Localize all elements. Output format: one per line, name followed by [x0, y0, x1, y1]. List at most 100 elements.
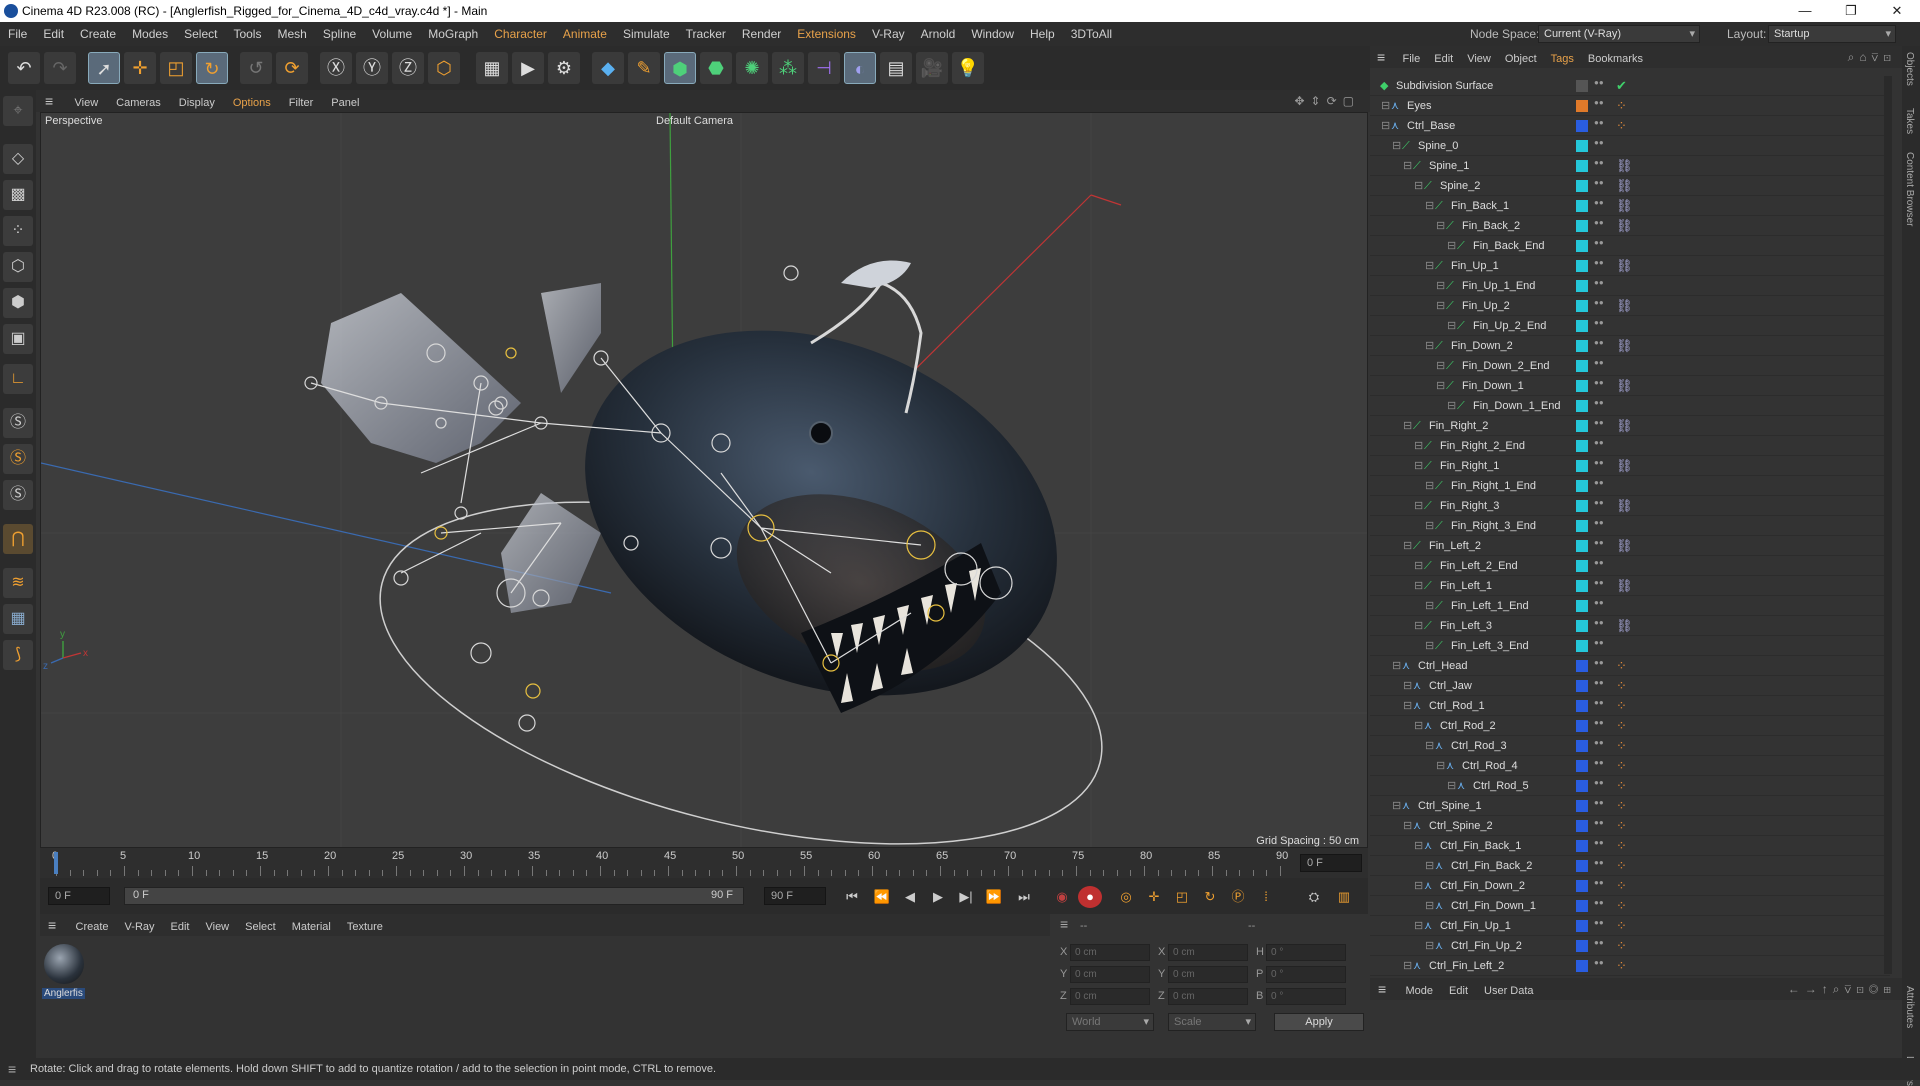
object-row-fin-up-2-end[interactable]: ⊟ ⟋ Fin_Up_2_End ●● — [1370, 316, 1890, 336]
object-name[interactable]: Ctrl_Spine_2 — [1429, 816, 1493, 836]
layer-color-swatch[interactable] — [1576, 760, 1588, 772]
floor-icon[interactable]: ▤ — [880, 52, 912, 84]
object-name[interactable]: Fin_Right_2_End — [1440, 436, 1525, 456]
object-name[interactable]: Ctrl_Rod_2 — [1440, 716, 1496, 736]
camera-icon[interactable]: 🎥 — [916, 52, 948, 84]
layer-color-swatch[interactable] — [1576, 340, 1588, 352]
pos-y-field[interactable]: 0 cm — [1070, 966, 1150, 983]
object-row-ctrl-jaw[interactable]: ⊟ ⋏ Ctrl_Jaw ●● ⁘ — [1370, 676, 1890, 696]
object-name[interactable]: Fin_Up_1_End — [1462, 276, 1535, 296]
ik-tag-icon[interactable]: ⛓ — [1616, 178, 1633, 194]
object-name[interactable]: Ctrl_Fin_Back_1 — [1440, 836, 1521, 856]
layer-color-swatch[interactable] — [1576, 260, 1588, 272]
layer-color-swatch[interactable] — [1576, 360, 1588, 372]
visibility-dots[interactable]: ●● — [1594, 419, 1604, 433]
uv-mode-icon[interactable]: ▣ — [3, 324, 33, 354]
visibility-dots[interactable]: ●● — [1594, 439, 1604, 453]
constraint-tag-icon[interactable]: ⁘ — [1616, 778, 1627, 794]
object-name[interactable]: Ctrl_Rod_1 — [1429, 696, 1485, 716]
object-row-ctrl-fin-back-1[interactable]: ⊟ ⋏ Ctrl_Fin_Back_1 ●● ⁘ — [1370, 836, 1890, 856]
object-name[interactable]: Ctrl_Rod_5 — [1473, 776, 1529, 796]
grid-snap-icon[interactable]: ▦ — [3, 604, 33, 634]
visibility-dots[interactable]: ●● — [1594, 779, 1604, 793]
menu-modes[interactable]: Modes — [124, 22, 176, 46]
object-name[interactable]: Fin_Down_2_End — [1462, 356, 1549, 376]
object-name[interactable]: Ctrl_Fin_Up_1 — [1440, 916, 1511, 936]
layer-color-swatch[interactable] — [1576, 140, 1588, 152]
ik-tag-icon[interactable]: ⛓ — [1616, 258, 1633, 274]
object-search-icons[interactable]: ⌕⌂⊽⊡ — [1848, 46, 1896, 68]
visibility-dots[interactable]: ●● — [1594, 239, 1604, 253]
layer-color-swatch[interactable] — [1576, 280, 1588, 292]
visibility-dots[interactable]: ●● — [1594, 559, 1604, 573]
object-row-ctrl-fin-down-1[interactable]: ⊟ ⋏ Ctrl_Fin_Down_1 ●● ⁘ — [1370, 896, 1890, 916]
viewport-menu-filter[interactable]: Filter — [280, 92, 322, 114]
visibility-dots[interactable]: ●● — [1594, 139, 1604, 153]
viewport-hamburger-icon[interactable]: ≡ — [36, 90, 62, 112]
render-view-icon[interactable]: ▶ — [512, 52, 544, 84]
material-menu-texture[interactable]: Texture — [339, 916, 391, 938]
live-select-icon[interactable]: ⟳ — [276, 52, 308, 84]
object-row-fin-left-3-end[interactable]: ⊟ ⟋ Fin_Left_3_End ●● — [1370, 636, 1890, 656]
material-menu-v-ray[interactable]: V-Ray — [117, 916, 163, 938]
object-row-fin-down-2[interactable]: ⊟ ⟋ Fin_Down_2 ●● ⛓ — [1370, 336, 1890, 356]
viewport-menu-view[interactable]: View — [66, 92, 108, 114]
constraint-tag-icon[interactable]: ⁘ — [1616, 738, 1627, 754]
object-row-fin-left-2-end[interactable]: ⊟ ⟋ Fin_Left_2_End ●● — [1370, 556, 1890, 576]
render-settings-icon[interactable]: ⚙ — [548, 52, 580, 84]
render-region-icon[interactable]: ▦ — [476, 52, 508, 84]
object-name[interactable]: Fin_Right_1 — [1440, 456, 1499, 476]
material-swatch[interactable] — [44, 944, 84, 984]
apply-button[interactable]: Apply — [1274, 1013, 1364, 1031]
ik-tag-icon[interactable]: ⛓ — [1616, 458, 1633, 474]
layer-color-swatch[interactable] — [1576, 880, 1588, 892]
z-axis-lock-icon[interactable]: Ⓩ — [392, 52, 424, 84]
object-row-fin-up-2[interactable]: ⊟ ⟋ Fin_Up_2 ●● ⛓ — [1370, 296, 1890, 316]
side-tab-objects[interactable]: Objects — [1904, 52, 1915, 86]
object-name[interactable]: Fin_Right_2 — [1429, 416, 1488, 436]
object-row-fin-left-2[interactable]: ⊟ ⟋ Fin_Left_2 ●● ⛓ — [1370, 536, 1890, 556]
menu-create[interactable]: Create — [72, 22, 124, 46]
object-row-ctrl-fin-up-2[interactable]: ⊟ ⋏ Ctrl_Fin_Up_2 ●● ⁘ — [1370, 936, 1890, 956]
ik-tag-icon[interactable]: ⛓ — [1616, 298, 1633, 314]
points-mode-icon[interactable]: ⁘ — [3, 216, 33, 246]
visibility-dots[interactable]: ●● — [1594, 799, 1604, 813]
redo-icon[interactable]: ↷ — [44, 52, 76, 84]
close-button[interactable]: ✕ — [1874, 0, 1920, 22]
end-frame-field[interactable]: 90 F — [764, 887, 826, 905]
timeline-window-icon[interactable]: ▥ — [1332, 886, 1356, 908]
next-frame-icon[interactable]: ▶| — [954, 886, 978, 908]
layer-color-swatch[interactable] — [1576, 100, 1588, 112]
ik-tag-icon[interactable]: ⛓ — [1616, 498, 1633, 514]
key-position-icon[interactable]: ✛ — [1142, 886, 1166, 908]
material-menu-select[interactable]: Select — [237, 916, 284, 938]
status-hamburger-icon[interactable]: ≡ — [8, 1058, 16, 1080]
object-name[interactable]: Spine_1 — [1429, 156, 1469, 176]
constraint-tag-icon[interactable]: ⁘ — [1616, 818, 1627, 834]
layer-color-swatch[interactable] — [1576, 440, 1588, 452]
object-row-ctrl-rod-2[interactable]: ⊟ ⋏ Ctrl_Rod_2 ●● ⁘ — [1370, 716, 1890, 736]
visibility-dots[interactable]: ●● — [1594, 919, 1604, 933]
visibility-dots[interactable]: ●● — [1594, 959, 1604, 973]
menu-mesh[interactable]: Mesh — [269, 22, 314, 46]
object-row-fin-back-2[interactable]: ⊟ ⟋ Fin_Back_2 ●● ⛓ — [1370, 216, 1890, 236]
constraint-tag-icon[interactable]: ⁘ — [1616, 918, 1627, 934]
menu-select[interactable]: Select — [176, 22, 225, 46]
goto-start-icon[interactable]: ⏮ — [840, 886, 864, 908]
visibility-dots[interactable]: ●● — [1594, 399, 1604, 413]
object-hamburger-icon[interactable]: ≡ — [1370, 46, 1392, 68]
visibility-dots[interactable]: ●● — [1594, 339, 1604, 353]
object-row-ctrl-fin-down-2[interactable]: ⊟ ⋏ Ctrl_Fin_Down_2 ●● ⁘ — [1370, 876, 1890, 896]
object-row-fin-right-3-end[interactable]: ⊟ ⟋ Fin_Right_3_End ●● — [1370, 516, 1890, 536]
object-row-ctrl-rod-1[interactable]: ⊟ ⋏ Ctrl_Rod_1 ●● ⁘ — [1370, 696, 1890, 716]
visibility-dots[interactable]: ●● — [1594, 519, 1604, 533]
layout-dropdown[interactable]: Startup — [1768, 25, 1896, 43]
layer-color-swatch[interactable] — [1576, 180, 1588, 192]
menu-3dtoall[interactable]: 3DToAll — [1063, 22, 1120, 46]
constraint-tag-icon[interactable]: ⁘ — [1616, 938, 1627, 954]
ik-tag-icon[interactable]: ⛓ — [1616, 338, 1633, 354]
visibility-dots[interactable]: ●● — [1594, 639, 1604, 653]
rot-p-field[interactable]: 0 ° — [1266, 966, 1346, 983]
object-row-fin-back-1[interactable]: ⊟ ⟋ Fin_Back_1 ●● ⛓ — [1370, 196, 1890, 216]
menu-window[interactable]: Window — [963, 22, 1022, 46]
